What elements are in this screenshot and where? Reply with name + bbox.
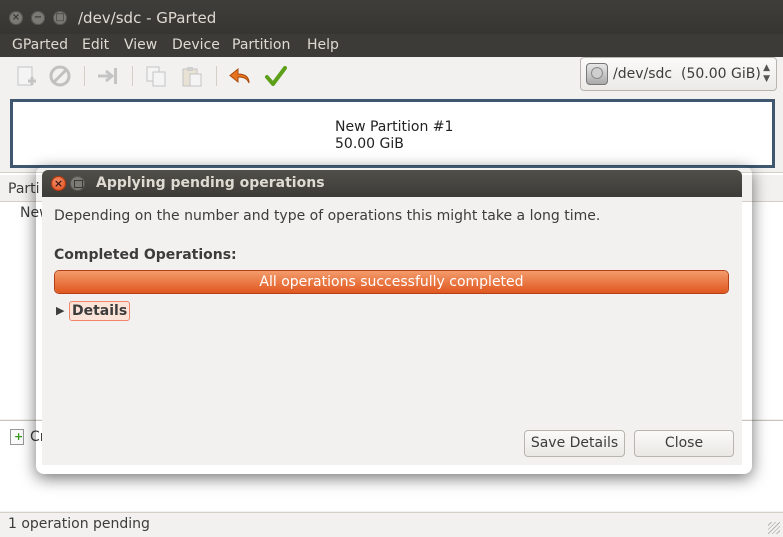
delete-icon[interactable] <box>48 64 72 88</box>
minimize-window-button[interactable]: − <box>31 11 45 25</box>
progress-bar: All operations successfully completed <box>54 270 729 294</box>
save-details-button[interactable]: Save Details <box>524 430 625 457</box>
new-icon[interactable] <box>14 64 38 88</box>
maximize-icon <box>74 180 83 188</box>
dialog-close-button[interactable]: × <box>51 176 66 191</box>
menu-view[interactable]: View <box>124 37 157 53</box>
close-icon: × <box>53 177 64 190</box>
expander-arrow-icon[interactable]: ▶ <box>56 304 64 317</box>
menu-device[interactable]: Device <box>172 37 220 53</box>
resize-grip-icon[interactable] <box>768 522 780 534</box>
toolbar-separator <box>132 66 133 86</box>
partition-graphic-size: 50.00 GiB <box>335 136 404 152</box>
close-icon: × <box>11 12 21 23</box>
dialog-titlebar: × Applying pending operations <box>42 170 742 197</box>
partition-graphic[interactable]: New Partition #1 50.00 GiB <box>10 99 775 168</box>
device-selector[interactable]: /dev/sdc (50.00 GiB) ▲ ▼ <box>580 57 777 91</box>
spin-arrows-icon: ▲ ▼ <box>763 63 770 84</box>
dialog-maximize-button[interactable] <box>70 176 85 191</box>
dialog-message: Depending on the number and type of oper… <box>54 208 601 224</box>
menu-partition[interactable]: Partition <box>232 37 290 53</box>
menu-edit[interactable]: Edit <box>82 37 109 53</box>
copy-icon[interactable] <box>144 64 168 88</box>
toolbar-separator <box>216 66 217 86</box>
undo-icon[interactable] <box>228 64 252 88</box>
paste-icon[interactable] <box>180 64 204 88</box>
maximize-icon: □ <box>55 12 65 23</box>
close-window-button[interactable]: × <box>9 11 23 25</box>
close-button[interactable]: Close <box>634 430 734 457</box>
apply-dialog: × Applying pending operations Depending … <box>42 170 742 465</box>
toolbar-separator <box>84 66 85 86</box>
window-title: /dev/sdc - GParted <box>78 9 217 27</box>
menu-help[interactable]: Help <box>307 37 339 53</box>
device-size: (50.00 GiB) <box>681 66 761 82</box>
device-name: /dev/sdc <box>613 66 673 82</box>
status-text: 1 operation pending <box>8 516 150 532</box>
status-bar: 1 operation pending <box>0 512 783 537</box>
minimize-icon: − <box>33 12 43 23</box>
dialog-title: Applying pending operations <box>96 175 325 191</box>
maximize-window-button[interactable]: □ <box>53 11 67 25</box>
details-expander[interactable]: Details <box>69 301 131 321</box>
window-titlebar: × − □ /dev/sdc - GParted <box>0 0 783 34</box>
hard-disk-icon <box>586 63 608 85</box>
partition-graphic-name: New Partition #1 <box>335 119 454 135</box>
menubar: GParted Edit View Device Partition Help <box>0 34 783 57</box>
progress-text: All operations successfully completed <box>259 274 524 290</box>
apply-icon[interactable] <box>264 64 288 88</box>
create-partition-icon <box>10 429 24 445</box>
menu-gparted[interactable]: GParted <box>12 37 68 53</box>
completed-operations-label: Completed Operations: <box>54 247 237 263</box>
resize-icon[interactable] <box>96 64 120 88</box>
